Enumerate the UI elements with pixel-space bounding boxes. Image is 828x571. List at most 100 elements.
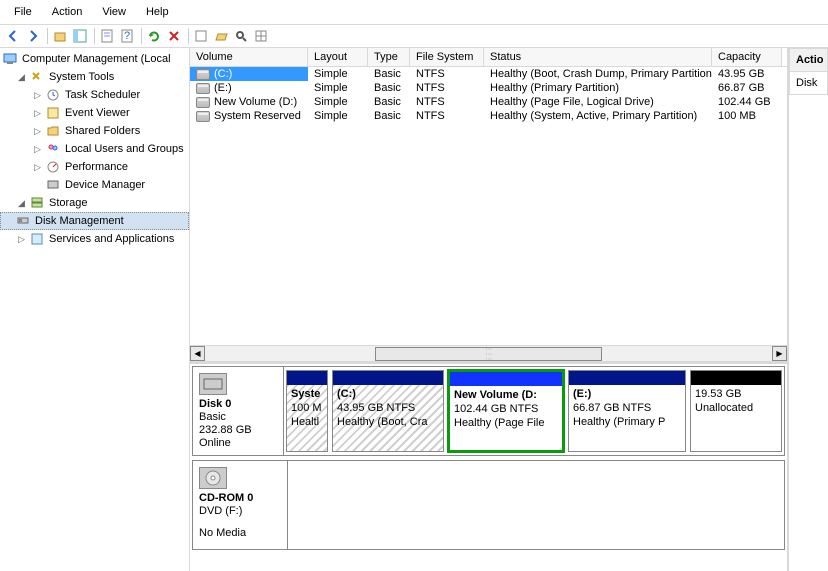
disk-name: Disk 0 [199, 398, 277, 410]
settings-button[interactable] [192, 27, 210, 45]
partition-system[interactable]: Syste100 MHealtl [286, 370, 328, 452]
tree-shared-folders[interactable]: ▷ Shared Folders [0, 122, 189, 140]
expand-icon[interactable]: ▷ [32, 162, 43, 173]
forward-button[interactable] [24, 27, 42, 45]
tree-event-viewer[interactable]: ▷ Event Viewer [0, 104, 189, 122]
menu-bar: File Action View Help [0, 0, 828, 24]
volume-header: Volume Layout Type File System Status Ca… [190, 48, 787, 67]
expand-icon[interactable]: ▷ [32, 90, 43, 101]
cell-name: (E:) [214, 82, 232, 94]
drive-icon [196, 83, 210, 94]
h-scrollbar[interactable]: ◀ ▶ [190, 345, 787, 361]
expand-icon[interactable]: ▷ [16, 234, 27, 245]
collapse-icon[interactable]: ◢ [16, 72, 27, 83]
disk-type: Basic [199, 411, 277, 423]
toolbar: ? [0, 24, 828, 48]
cell-name: New Volume (D:) [214, 96, 297, 108]
expand-icon[interactable]: ▷ [32, 108, 43, 119]
tree-label: Event Viewer [65, 107, 130, 119]
menu-view[interactable]: View [92, 2, 136, 22]
col-type[interactable]: Type [368, 48, 410, 66]
tree-device-manager[interactable]: Device Manager [0, 176, 189, 194]
cell-layout: Simple [308, 81, 368, 95]
tree-system-tools[interactable]: ◢ System Tools [0, 68, 189, 86]
volume-row[interactable]: (E:) Simple Basic NTFS Healthy (Primary … [190, 81, 787, 95]
tree-label: Shared Folders [65, 125, 140, 137]
partition-container: Syste100 MHealtl (C:)43.95 GB NTFSHealth… [284, 367, 784, 455]
tree-storage[interactable]: ◢ Storage [0, 194, 189, 212]
cell-status: Healthy (Primary Partition) [484, 81, 712, 95]
find-button[interactable] [232, 27, 250, 45]
cell-type: Basic [368, 81, 410, 95]
disk-row[interactable]: CD-ROM 0 DVD (F:) No Media [192, 460, 785, 550]
menu-help[interactable]: Help [136, 2, 179, 22]
tree-label: Device Manager [65, 179, 145, 191]
tree-label: Storage [49, 197, 88, 209]
cell-fs: NTFS [410, 67, 484, 81]
expand-icon[interactable]: ▷ [32, 144, 43, 155]
tree-label: Performance [65, 161, 128, 173]
drive-icon [196, 97, 210, 108]
cdrom-icon [199, 467, 227, 489]
back-button[interactable] [4, 27, 22, 45]
partition-unallocated[interactable]: 19.53 GBUnallocated [690, 370, 782, 452]
cell-capacity: 102.44 GB [712, 95, 782, 109]
tree-label: Task Scheduler [65, 89, 140, 101]
part-health: Healtl [291, 416, 323, 430]
cancel-button[interactable] [165, 27, 183, 45]
cell-fs: NTFS [410, 95, 484, 109]
help-button[interactable]: ? [118, 27, 136, 45]
scroll-right-button[interactable]: ▶ [772, 346, 787, 361]
partition-c[interactable]: (C:)43.95 GB NTFSHealthy (Boot, Cra [332, 370, 444, 452]
users-icon [45, 141, 61, 157]
cell-layout: Simple [308, 95, 368, 109]
disk-type: DVD (F:) [199, 505, 281, 517]
actions-disk-item[interactable]: Disk [789, 72, 828, 95]
disk-name: CD-ROM 0 [199, 492, 281, 504]
cell-status: Healthy (Boot, Crash Dump, Primary Parti… [484, 67, 712, 81]
storage-icon [29, 195, 45, 211]
properties-button[interactable] [98, 27, 116, 45]
folder-icon [45, 123, 61, 139]
col-capacity[interactable]: Capacity [712, 48, 782, 66]
volume-row[interactable]: New Volume (D:) Simple Basic NTFS Health… [190, 95, 787, 109]
tree-task-scheduler[interactable]: ▷ Task Scheduler [0, 86, 189, 104]
partition-container [288, 461, 784, 549]
part-size: 66.87 GB NTFS [573, 402, 681, 416]
tree-services[interactable]: ▷ Services and Applications [0, 230, 189, 248]
part-size: 19.53 GB [695, 388, 777, 402]
volume-row[interactable]: (C:) Simple Basic NTFS Healthy (Boot, Cr… [190, 67, 787, 81]
part-name: New Volume (D: [454, 389, 558, 403]
cell-capacity: 66.87 GB [712, 81, 782, 95]
cell-capacity: 43.95 GB [712, 67, 782, 81]
refresh-button[interactable] [145, 27, 163, 45]
col-volume[interactable]: Volume [190, 48, 308, 66]
partition-d[interactable]: New Volume (D:102.44 GB NTFSHealthy (Pag… [447, 369, 565, 453]
list-view-button[interactable] [252, 27, 270, 45]
tree-disk-management[interactable]: Disk Management [0, 212, 189, 230]
cell-type: Basic [368, 67, 410, 81]
menu-file[interactable]: File [4, 2, 42, 22]
tree-label: System Tools [49, 71, 114, 83]
col-status[interactable]: Status [484, 48, 712, 66]
partition-e[interactable]: (E:)66.87 GB NTFSHealthy (Primary P [568, 370, 686, 452]
tree-root[interactable]: Computer Management (Local [0, 50, 189, 68]
cell-fs: NTFS [410, 81, 484, 95]
volume-rows: (C:) Simple Basic NTFS Healthy (Boot, Cr… [190, 67, 787, 345]
scroll-thumb[interactable] [375, 347, 602, 361]
scroll-left-button[interactable]: ◀ [190, 346, 205, 361]
col-layout[interactable]: Layout [308, 48, 368, 66]
tree-performance[interactable]: ▷ Performance [0, 158, 189, 176]
show-hide-tree-button[interactable] [71, 27, 89, 45]
tree-local-users[interactable]: ▷ Local Users and Groups [0, 140, 189, 158]
disk-info: Disk 0 Basic 232.88 GB Online [193, 367, 284, 455]
up-button[interactable] [51, 27, 69, 45]
collapse-icon[interactable]: ◢ [16, 198, 27, 209]
disk-row[interactable]: Disk 0 Basic 232.88 GB Online Syste100 M… [192, 366, 785, 456]
open-button[interactable] [212, 27, 230, 45]
volume-row[interactable]: System Reserved Simple Basic NTFS Health… [190, 109, 787, 123]
expand-icon[interactable]: ▷ [32, 126, 43, 137]
device-icon [45, 177, 61, 193]
menu-action[interactable]: Action [42, 2, 93, 22]
col-filesystem[interactable]: File System [410, 48, 484, 66]
